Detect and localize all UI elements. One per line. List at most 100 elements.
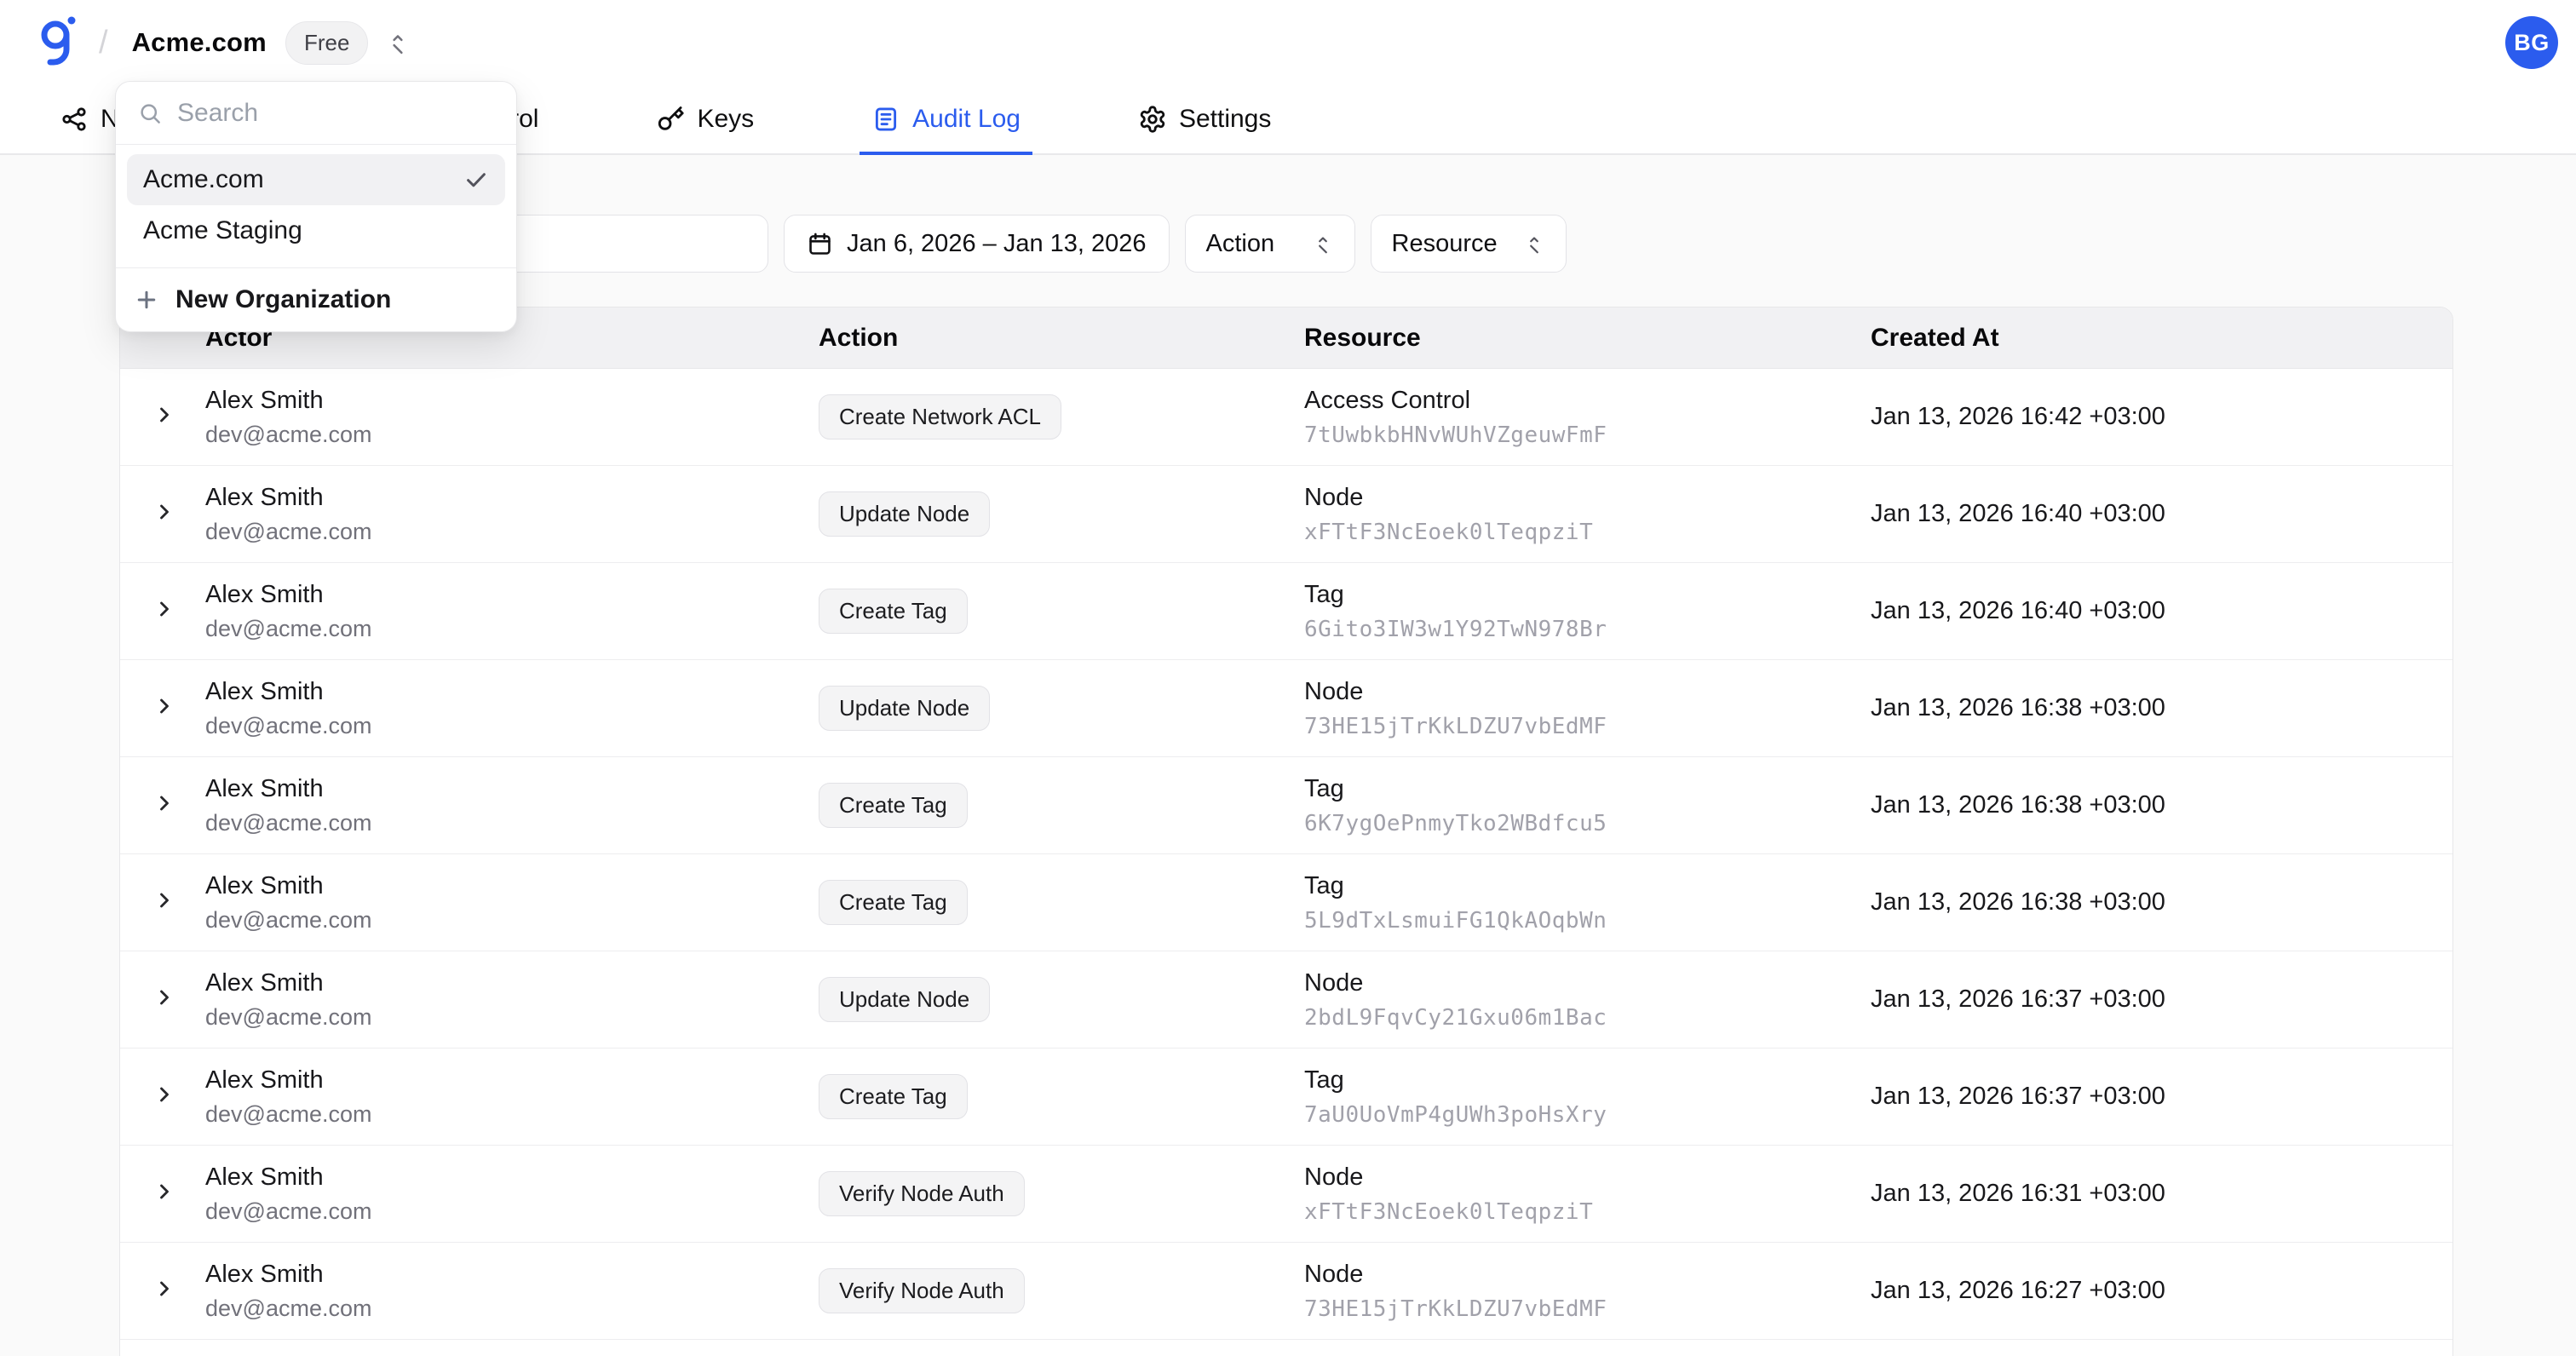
action-badge: Create Tag (819, 589, 968, 634)
table-row[interactable]: Alex Smith dev@acme.com Update Node Node… (120, 660, 2452, 757)
chevron-right-icon[interactable] (152, 1180, 176, 1204)
chevron-right-icon[interactable] (152, 403, 176, 427)
created-at: Jan 13, 2026 16:27 +03:00 (1871, 1277, 2165, 1304)
avatar[interactable]: BG (2505, 16, 2558, 69)
actor-cell: Alex Smith dev@acme.com (205, 872, 819, 934)
resource-id: 5L9dTxLsmuiFG1QkAOqbWn (1304, 907, 1607, 934)
actor-email: dev@acme.com (205, 615, 372, 641)
resource-cell: Tag 5L9dTxLsmuiFG1QkAOqbWn (1304, 872, 1871, 934)
new-organization-label: New Organization (175, 285, 392, 313)
actor-cell: Alex Smith dev@acme.com (205, 1164, 819, 1225)
resource-id: 6Gito3IW3w1Y92TwN978Br (1304, 616, 1607, 642)
resource-filter-select[interactable]: Resource (1370, 215, 1567, 273)
chevron-right-icon[interactable] (152, 791, 176, 815)
resource-cell: Node xFTtF3NcEoek0lTeqpziT (1304, 484, 1871, 545)
actor-name: Alex Smith (205, 871, 324, 899)
main-content: Jan 6, 2026 – Jan 13, 2026 Action Resour… (0, 155, 2576, 1356)
expand-cell (120, 403, 205, 431)
new-organization-button[interactable]: New Organization (116, 268, 516, 331)
expand-cell (120, 791, 205, 819)
resource-cell: Node 73HE15jTrKkLDZU7vbEdMF (1304, 678, 1871, 739)
actor-email: dev@acme.com (205, 1003, 372, 1030)
table-row-partial (120, 1340, 2452, 1356)
resource-type: Tag (1304, 774, 1344, 802)
action-badge: Verify Node Auth (819, 1171, 1025, 1216)
breadcrumb-org-name: Acme.com (131, 27, 267, 57)
resource-id: 2bdL9FqvCy21Gxu06m1Bac (1304, 1004, 1607, 1031)
resource-type: Node (1304, 483, 1364, 511)
action-badge: Create Network ACL (819, 394, 1061, 440)
chevron-right-icon[interactable] (152, 597, 176, 621)
table-row[interactable]: Alex Smith dev@acme.com Verify Node Auth… (120, 1243, 2452, 1340)
created-at: Jan 13, 2026 16:37 +03:00 (1871, 985, 2165, 1013)
breadcrumb-separator: / (99, 24, 108, 60)
action-filter-select[interactable]: Action (1184, 215, 1355, 273)
resource-id: 73HE15jTrKkLDZU7vbEdMF (1304, 1296, 1607, 1322)
created-at: Jan 13, 2026 16:40 +03:00 (1871, 597, 2165, 624)
date-range-button[interactable]: Jan 6, 2026 – Jan 13, 2026 (784, 215, 1170, 273)
action-badge: Create Tag (819, 783, 968, 828)
chevron-right-icon[interactable] (152, 985, 176, 1009)
actor-name: Alex Smith (205, 1066, 324, 1094)
chevrons-up-down-icon[interactable] (385, 28, 411, 57)
action-cell: Update Node (819, 977, 1304, 1022)
org-search-input[interactable] (177, 98, 506, 128)
expand-cell (120, 985, 205, 1014)
chevron-right-icon[interactable] (152, 694, 176, 718)
org-switcher-dropdown: Acme.com Acme Staging New Organization (115, 81, 517, 332)
table-row[interactable]: Alex Smith dev@acme.com Create Tag Tag 7… (120, 1049, 2452, 1146)
actor-name: Alex Smith (205, 483, 324, 511)
table-row[interactable]: Alex Smith dev@acme.com Create Tag Tag 6… (120, 563, 2452, 660)
table-row[interactable]: Alex Smith dev@acme.com Verify Node Auth… (120, 1146, 2452, 1243)
date-range-label: Jan 6, 2026 – Jan 13, 2026 (847, 229, 1147, 257)
resource-id: xFTtF3NcEoek0lTeqpziT (1304, 1198, 1594, 1225)
col-header-resource: Resource (1304, 323, 1421, 352)
actor-email: dev@acme.com (205, 809, 372, 836)
action-cell: Verify Node Auth (819, 1171, 1304, 1216)
created-at: Jan 13, 2026 16:42 +03:00 (1871, 403, 2165, 430)
chevron-right-icon[interactable] (152, 888, 176, 912)
resource-id: xFTtF3NcEoek0lTeqpziT (1304, 519, 1594, 545)
actor-name: Alex Smith (205, 677, 324, 705)
tab-audit-log[interactable]: Audit Log (860, 85, 1032, 155)
action-cell: Create Tag (819, 880, 1304, 925)
expand-cell (120, 694, 205, 722)
tab-settings[interactable]: Settings (1126, 85, 1283, 153)
table-row[interactable]: Alex Smith dev@acme.com Create Network A… (120, 369, 2452, 466)
table-row[interactable]: Alex Smith dev@acme.com Update Node Node… (120, 466, 2452, 563)
expand-cell (120, 1083, 205, 1111)
key-icon (656, 105, 685, 134)
table-row[interactable]: Alex Smith dev@acme.com Create Tag Tag 5… (120, 854, 2452, 951)
table-row[interactable]: Alex Smith dev@acme.com Update Node Node… (120, 951, 2452, 1049)
search-icon (137, 101, 163, 126)
actor-cell: Alex Smith dev@acme.com (205, 484, 819, 545)
chevron-right-icon[interactable] (152, 500, 176, 524)
resource-type: Node (1304, 1163, 1364, 1191)
org-switcher-footer: New Organization (116, 267, 516, 331)
top-bar: / Acme.com Free BG (0, 0, 2576, 85)
created-at: Jan 13, 2026 16:40 +03:00 (1871, 500, 2165, 527)
actor-email: dev@acme.com (205, 712, 372, 738)
resource-filter-label: Resource (1391, 229, 1498, 257)
resource-type: Access Control (1304, 386, 1471, 414)
action-badge: Create Tag (819, 880, 968, 925)
expand-cell (120, 500, 205, 528)
org-list-item[interactable]: Acme.com (127, 154, 505, 205)
audit-log-page: / Acme.com Free BG Nodes Access Control … (0, 0, 2576, 1356)
org-list-item[interactable]: Acme Staging (127, 205, 505, 256)
actor-cell: Alex Smith dev@acme.com (205, 678, 819, 739)
created-at: Jan 13, 2026 16:38 +03:00 (1871, 791, 2165, 819)
table-row[interactable]: Alex Smith dev@acme.com Create Tag Tag 6… (120, 757, 2452, 854)
resource-cell: Node 2bdL9FqvCy21Gxu06m1Bac (1304, 969, 1871, 1031)
resource-cell: Node xFTtF3NcEoek0lTeqpziT (1304, 1164, 1871, 1225)
chevron-right-icon[interactable] (152, 1083, 176, 1106)
org-list: Acme.com Acme Staging (116, 145, 516, 267)
plus-icon (134, 287, 159, 313)
actor-cell: Alex Smith dev@acme.com (205, 1066, 819, 1128)
tab-keys[interactable]: Keys (644, 85, 766, 153)
actor-cell: Alex Smith dev@acme.com (205, 775, 819, 836)
chevron-right-icon[interactable] (152, 1277, 176, 1301)
action-cell: Create Tag (819, 783, 1304, 828)
created-at: Jan 13, 2026 16:38 +03:00 (1871, 888, 2165, 916)
action-cell: Create Tag (819, 1074, 1304, 1119)
